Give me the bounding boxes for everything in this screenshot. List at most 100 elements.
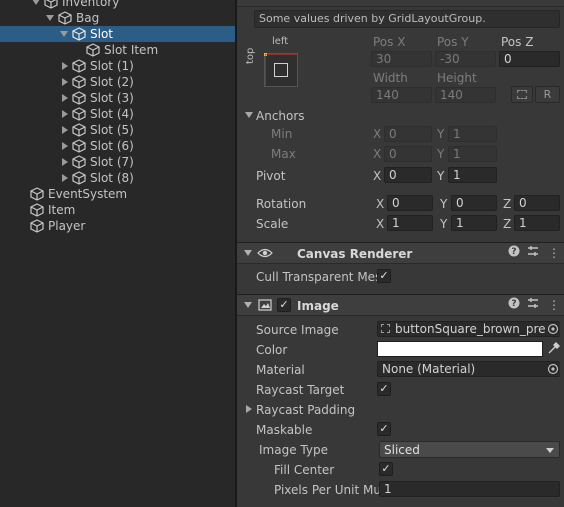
pos-y-field[interactable]: -30 <box>435 51 496 67</box>
pos-z-field[interactable]: 0 <box>499 51 560 67</box>
image-type-dropdown[interactable]: Sliced <box>379 441 560 458</box>
pivot-x-field[interactable]: 0 <box>384 167 432 183</box>
expand-arrow-icon[interactable] <box>62 62 68 70</box>
anchor-rect-icon <box>274 63 288 77</box>
anchor-max-y-field[interactable]: 1 <box>448 146 497 162</box>
hierarchy-item-slot-6[interactable]: Slot (6) <box>0 138 235 154</box>
raycast-target-checkbox[interactable]: ✓ <box>377 382 391 396</box>
sprite-icon <box>381 324 390 333</box>
scale-y-field[interactable]: 1 <box>451 215 497 231</box>
expand-arrow-icon[interactable] <box>62 158 68 166</box>
blueprint-mode-button[interactable] <box>511 86 533 103</box>
foldout-arrow-icon[interactable] <box>244 302 252 308</box>
gameobject-cube-icon <box>58 11 72 25</box>
rotation-x-field[interactable]: 0 <box>387 195 433 211</box>
hierarchy-item-slot-8[interactable]: Slot (8) <box>0 170 235 186</box>
anchors-label[interactable]: Anchors <box>256 108 305 124</box>
foldout-arrow-icon[interactable] <box>244 250 252 256</box>
hierarchy-item-label: Slot (8) <box>90 171 134 185</box>
expand-arrow-icon[interactable] <box>32 0 40 5</box>
hierarchy-item-label: Slot (3) <box>90 91 134 105</box>
help-icon[interactable]: ? <box>508 245 520 261</box>
gameobject-cube-icon <box>72 171 86 185</box>
component-title: Canvas Renderer <box>297 247 413 261</box>
expand-arrow-icon[interactable] <box>62 78 68 86</box>
anchor-max-x-field[interactable]: 0 <box>384 146 432 162</box>
hierarchy-item-bag[interactable]: Bag <box>0 10 235 26</box>
expand-arrow-icon[interactable] <box>60 31 68 37</box>
gameobject-cube-icon <box>30 219 44 233</box>
raw-edit-button[interactable]: R <box>535 86 560 103</box>
hierarchy-item-slot-7[interactable]: Slot (7) <box>0 154 235 170</box>
pos-x-field[interactable]: 30 <box>371 51 432 67</box>
hierarchy-item-eventsystem[interactable]: EventSystem <box>0 186 235 202</box>
hierarchy-item-slot-2[interactable]: Slot (2) <box>0 74 235 90</box>
hierarchy-item-player[interactable]: Player <box>0 218 235 234</box>
canvas-renderer-header[interactable]: Canvas Renderer ? ⋮ <box>237 242 564 264</box>
hierarchy-item-slot-4[interactable]: Slot (4) <box>0 106 235 122</box>
width-label: Width <box>373 71 408 85</box>
source-image-field[interactable]: buttonSquare_brown_press <box>377 321 560 337</box>
pos-z-label: Pos Z <box>501 35 534 49</box>
expand-arrow-icon[interactable] <box>62 174 68 182</box>
image-enabled-checkbox[interactable]: ✓ <box>277 298 291 312</box>
rotation-z-field[interactable]: 0 <box>514 195 560 211</box>
image-component-header[interactable]: ✓ Image ? ⋮ <box>237 294 564 316</box>
axis-x-label: X <box>373 147 382 161</box>
anchors-foldout-arrow-icon[interactable] <box>245 112 253 118</box>
expand-arrow-icon[interactable] <box>62 94 68 102</box>
scale-x-field[interactable]: 1 <box>387 215 433 231</box>
raycast-target-label: Raycast Target <box>256 383 345 397</box>
pixels-per-unit-field[interactable]: 1 <box>379 481 560 497</box>
gameobject-cube-icon <box>72 27 86 41</box>
pivot-y-field[interactable]: 1 <box>448 167 497 183</box>
blueprint-icon <box>517 90 527 99</box>
color-swatch-field[interactable] <box>377 341 543 357</box>
gameobject-cube-icon <box>72 59 86 73</box>
image-component-icon <box>258 298 272 315</box>
scale-z-field[interactable]: 1 <box>514 215 560 231</box>
component-title: Image <box>297 299 339 313</box>
eyedropper-icon[interactable] <box>547 341 560 358</box>
expand-arrow-icon[interactable] <box>46 15 54 21</box>
preset-settings-icon[interactable] <box>527 297 539 313</box>
object-picker-icon[interactable] <box>546 362 560 376</box>
anchor-min-x-field[interactable]: 0 <box>384 126 432 142</box>
help-icon[interactable]: ? <box>508 297 520 313</box>
rotation-label: Rotation <box>256 197 307 211</box>
raycast-padding-foldout-arrow-icon[interactable] <box>246 405 252 413</box>
height-field[interactable]: 140 <box>435 87 496 103</box>
expand-arrow-icon[interactable] <box>62 126 68 134</box>
hierarchy-item-slot-5[interactable]: Slot (5) <box>0 122 235 138</box>
expand-arrow-icon[interactable] <box>62 142 68 150</box>
hierarchy-item-label: Slot (7) <box>90 155 134 169</box>
anchor-left-line <box>265 54 266 86</box>
rotation-y-field[interactable]: 0 <box>451 195 497 211</box>
axis-x-label: X <box>376 197 385 211</box>
preset-settings-icon[interactable] <box>527 245 539 261</box>
width-field[interactable]: 140 <box>371 87 432 103</box>
hierarchy-item-label: Slot (5) <box>90 123 134 137</box>
raycast-padding-label[interactable]: Raycast Padding <box>256 402 355 418</box>
axis-y-label: Y <box>437 147 445 161</box>
context-menu-icon[interactable]: ⋮ <box>548 245 560 261</box>
anchor-min-y-field[interactable]: 1 <box>448 126 497 142</box>
hierarchy-item-slot-1[interactable]: Slot (1) <box>0 58 235 74</box>
expand-arrow-icon[interactable] <box>62 110 68 118</box>
hierarchy-item-slot[interactable]: Slot <box>0 26 235 42</box>
hierarchy-item-slot-item[interactable]: Slot Item <box>0 42 235 58</box>
maskable-checkbox[interactable]: ✓ <box>377 422 391 436</box>
object-picker-icon[interactable] <box>546 322 560 336</box>
material-field[interactable]: None (Material) <box>377 361 560 377</box>
gameobject-cube-icon <box>72 123 86 137</box>
hierarchy-item-item[interactable]: Item <box>0 202 235 218</box>
fill-center-checkbox[interactable]: ✓ <box>379 462 393 476</box>
hierarchy-item-slot-3[interactable]: Slot (3) <box>0 90 235 106</box>
gameobject-cube-icon <box>86 43 100 57</box>
anchor-presets-button[interactable] <box>264 53 298 87</box>
cull-transparent-label: Cull Transparent Mes <box>256 270 382 284</box>
cull-transparent-checkbox[interactable]: ✓ <box>377 269 391 283</box>
hierarchy-item-inventory[interactable]: Inventory <box>0 0 235 10</box>
axis-y-label: Y <box>440 197 448 211</box>
context-menu-icon[interactable]: ⋮ <box>548 297 560 313</box>
